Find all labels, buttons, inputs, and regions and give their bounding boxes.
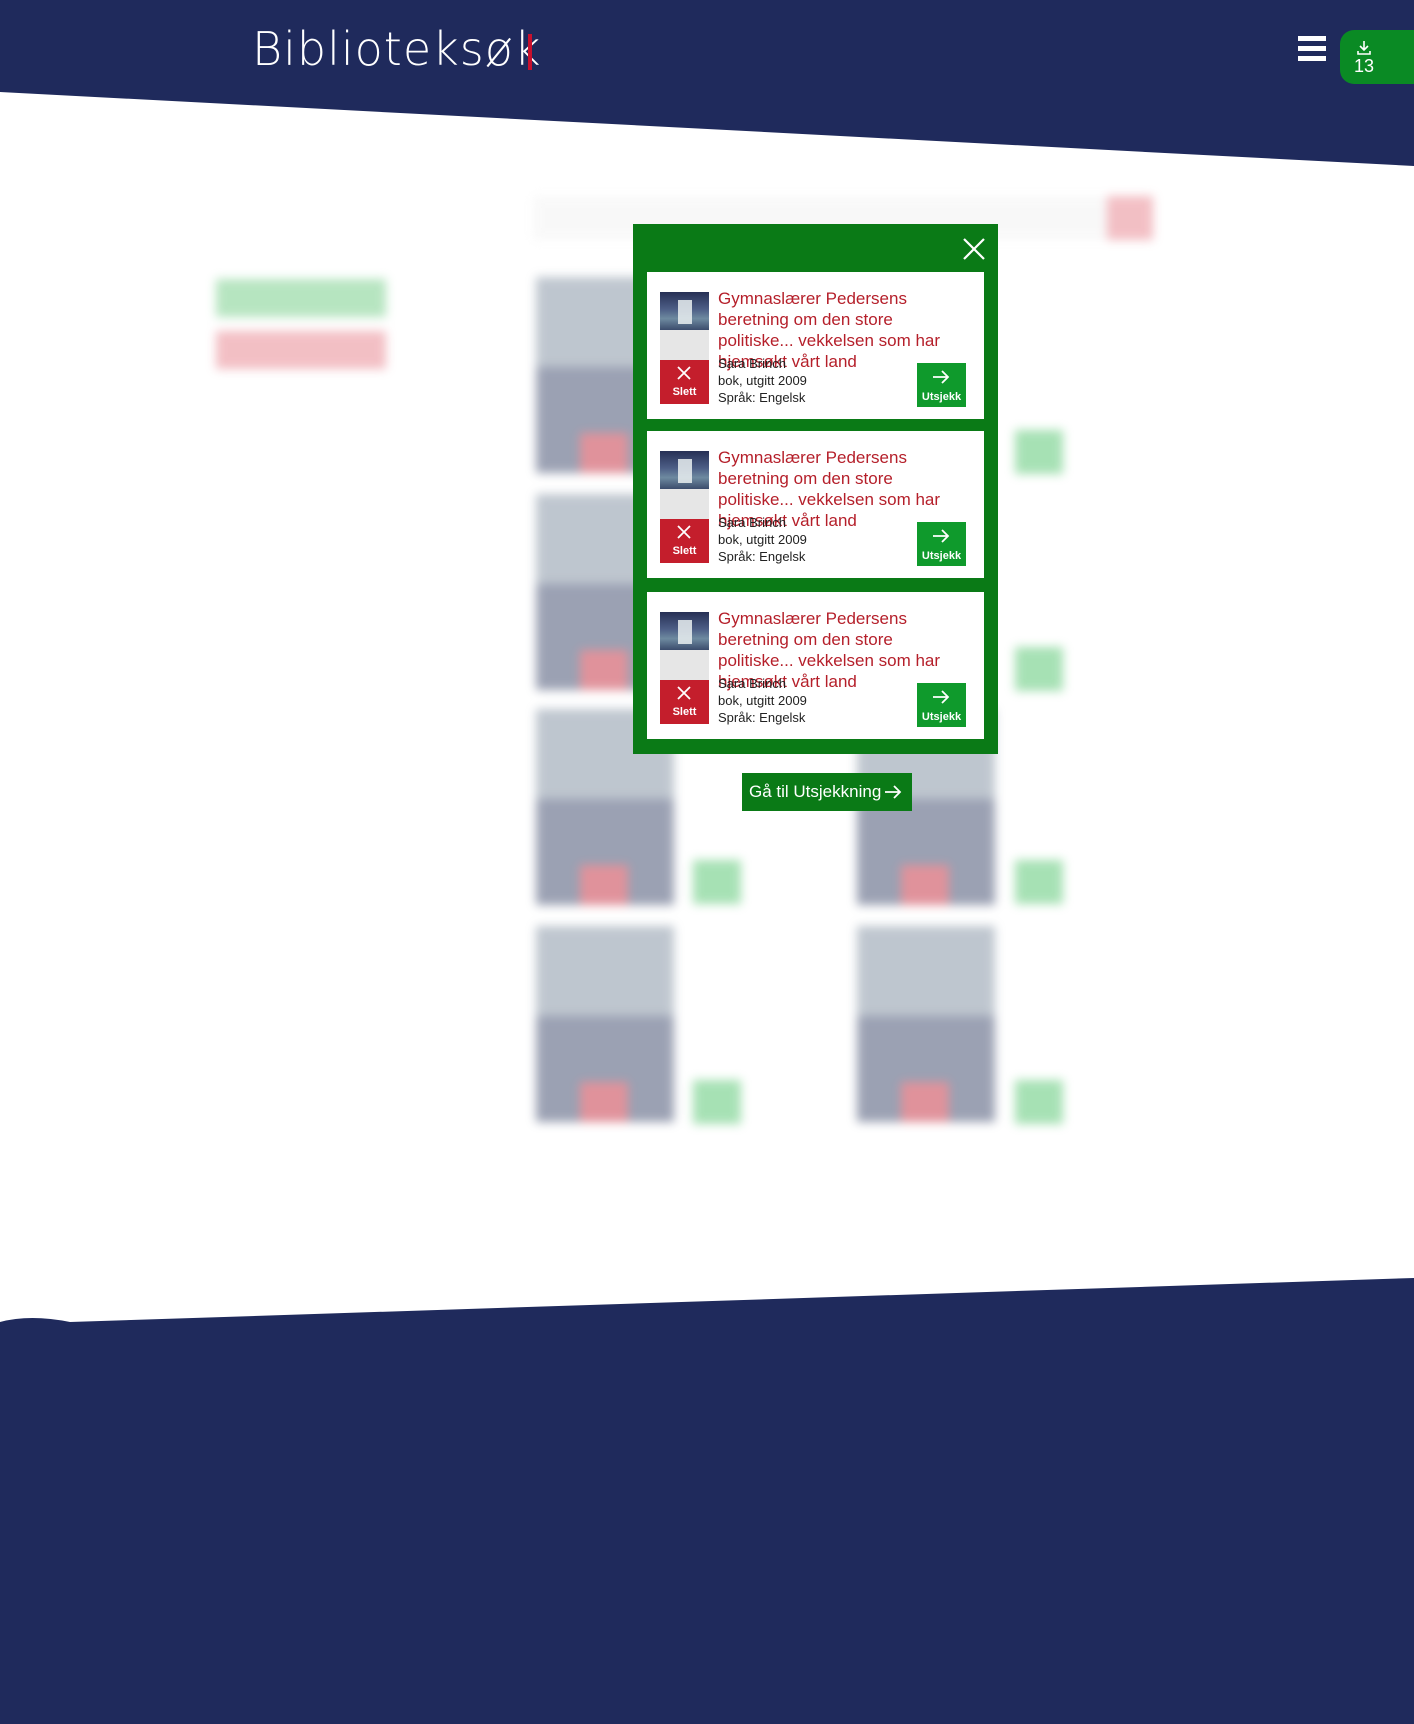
close-icon[interactable]: [961, 236, 987, 262]
checkout-button[interactable]: Utsjekk: [917, 522, 966, 566]
checkout-label: Utsjekk: [921, 391, 962, 403]
book-language: Språk: Engelsk: [718, 390, 806, 405]
book-type: bok, utgitt 2009: [718, 532, 807, 547]
checkout-button[interactable]: Utsjekk: [917, 363, 966, 407]
book-author: Sara Brinch: [718, 356, 786, 371]
arrow-right-icon: [885, 785, 902, 799]
delete-button[interactable]: Slett: [660, 519, 709, 563]
close-icon: [677, 525, 691, 539]
delete-button[interactable]: Slett: [660, 680, 709, 724]
book-language: Språk: Engelsk: [718, 549, 806, 564]
delete-button[interactable]: Slett: [660, 360, 709, 404]
picklist-item: Slett Gymnaslærer Pedersens beretning om…: [647, 272, 984, 419]
book-cover-image: [660, 612, 709, 650]
arrow-right-icon: [933, 529, 950, 543]
book-cover-image: [660, 292, 709, 330]
checkout-label: Utsjekk: [921, 550, 962, 562]
book-author: Sara Brinch: [718, 676, 786, 691]
book-language: Språk: Engelsk: [718, 710, 806, 725]
book-type: bok, utgitt 2009: [718, 693, 807, 708]
picklist-item: Slett Gymnaslærer Pedersens beretning om…: [647, 431, 984, 578]
picklist-modal: Slett Gymnaslærer Pedersens beretning om…: [633, 224, 998, 754]
book-author: Sara Brinch: [718, 515, 786, 530]
delete-label: Slett: [672, 706, 697, 718]
book-cover-image: [660, 451, 709, 489]
goto-checkout-label: Gå til Utsjekkning: [749, 782, 882, 801]
book-type: bok, utgitt 2009: [718, 373, 807, 388]
arrow-right-icon: [933, 690, 950, 704]
delete-label: Slett: [672, 386, 697, 398]
picklist-item: Slett Gymnaslærer Pedersens beretning om…: [647, 592, 984, 739]
close-icon: [677, 686, 691, 700]
checkout-label: Utsjekk: [921, 711, 962, 723]
delete-label: Slett: [672, 545, 697, 557]
close-icon: [677, 366, 691, 380]
arrow-right-icon: [933, 370, 950, 384]
goto-checkout-button[interactable]: Gå til Utsjekkning: [742, 773, 912, 811]
checkout-button[interactable]: Utsjekk: [917, 683, 966, 727]
